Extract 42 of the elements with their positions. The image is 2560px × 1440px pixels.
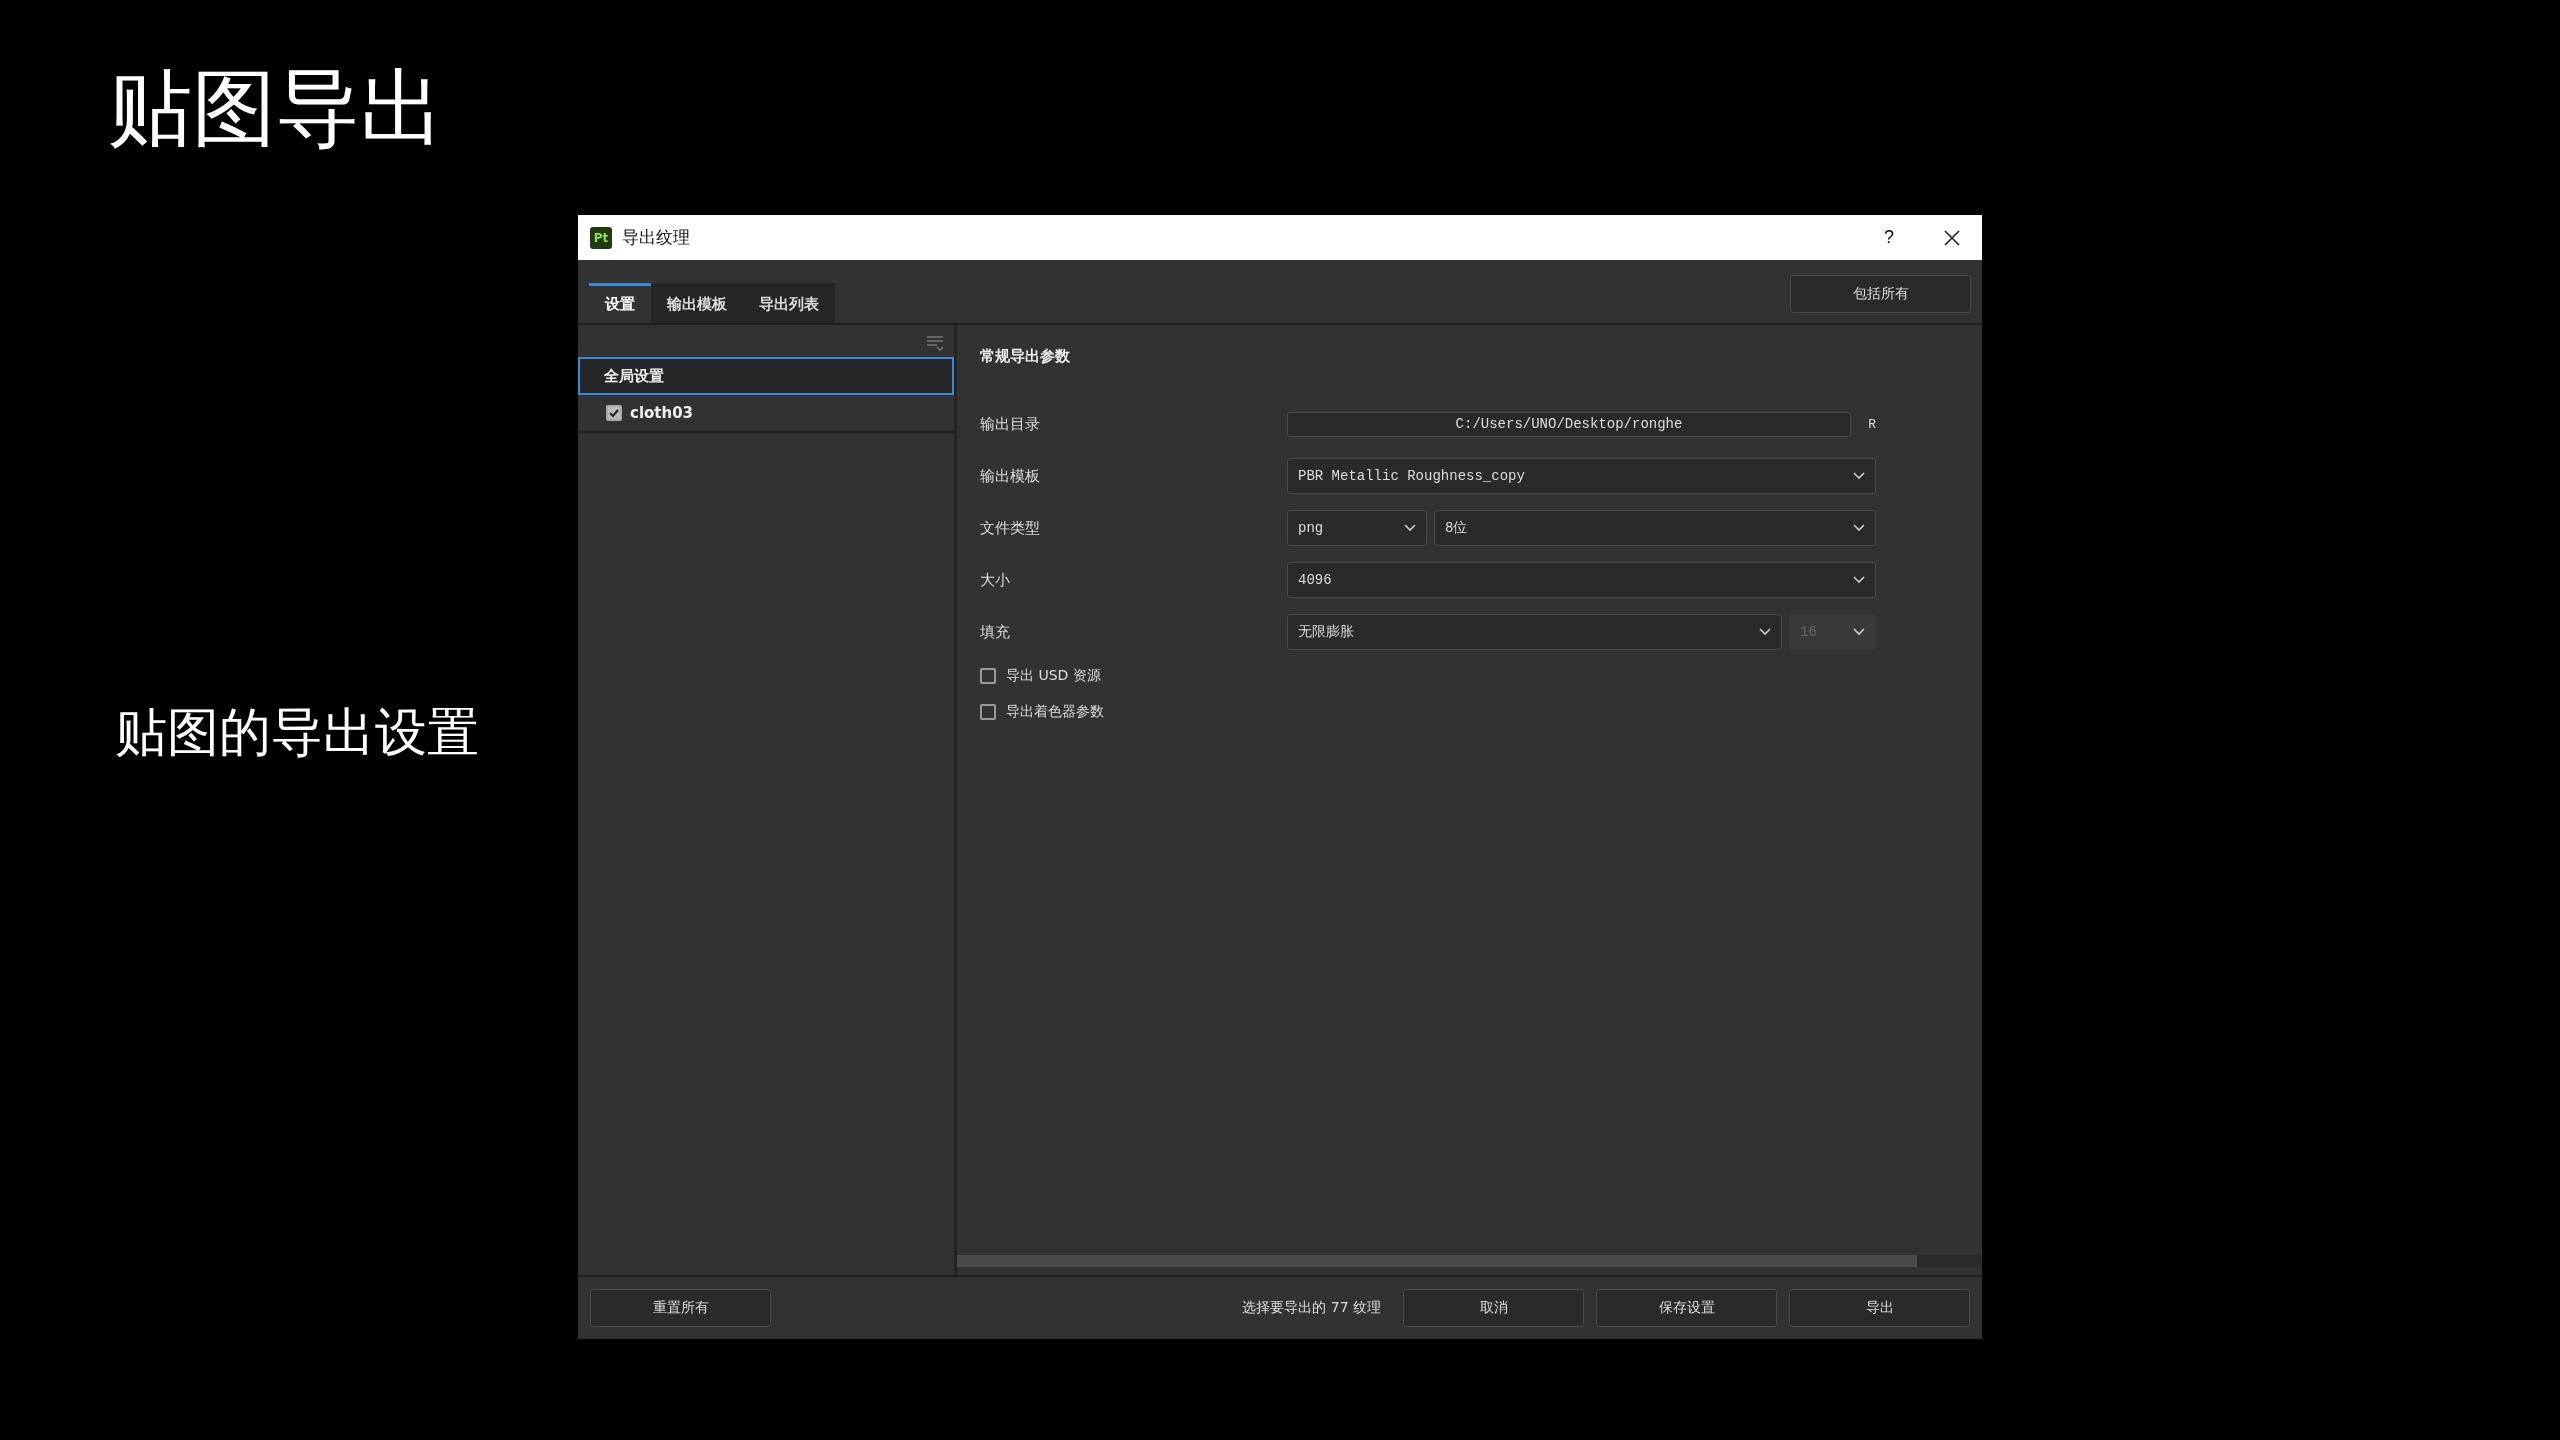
reset-all-button[interactable]: 重置所有 bbox=[590, 1289, 771, 1327]
checkbox[interactable] bbox=[980, 704, 996, 720]
window-title: 导出纹理 bbox=[622, 226, 691, 249]
checkbox[interactable] bbox=[980, 668, 996, 684]
checkbox[interactable] bbox=[606, 405, 622, 421]
chevron-icon bbox=[1853, 524, 1865, 532]
sidebar-item[interactable]: 全局设置 bbox=[578, 357, 954, 395]
include-all-button[interactable]: 包括所有 bbox=[1790, 275, 1971, 313]
dropdown[interactable]: png bbox=[1287, 510, 1427, 546]
sort-icon[interactable] bbox=[926, 335, 944, 351]
dropdown[interactable]: 无限膨胀 bbox=[1287, 614, 1782, 650]
field-label: 输出模板 bbox=[980, 466, 1041, 486]
dropdown[interactable]: 8位 bbox=[1434, 510, 1876, 546]
chevron-icon bbox=[1853, 472, 1865, 480]
dropdown[interactable]: 4096 bbox=[1287, 562, 1876, 598]
chevron-icon bbox=[1759, 628, 1771, 636]
footer-button[interactable]: 导出 bbox=[1789, 1289, 1970, 1327]
option-label[interactable]: 导出着色器参数 bbox=[1006, 703, 1104, 721]
slide-title: 贴图导出 bbox=[108, 62, 444, 155]
scrollbar[interactable] bbox=[957, 1255, 1982, 1267]
chevron-icon bbox=[1404, 524, 1416, 532]
help-button[interactable]: ? bbox=[1884, 227, 1894, 248]
footer-button[interactable]: 保存设置 bbox=[1596, 1289, 1777, 1327]
option-label[interactable]: 导出 USD 资源 bbox=[1006, 667, 1101, 685]
tab[interactable]: 导出列表 bbox=[743, 283, 835, 323]
status-text: 选择要导出的 77 纹理 bbox=[1242, 1299, 1381, 1317]
footer-button[interactable]: 取消 bbox=[1403, 1289, 1584, 1327]
close-icon[interactable] bbox=[1944, 229, 1960, 246]
chevron-icon bbox=[1853, 576, 1865, 584]
slide-subtitle: 贴图的导出设置 bbox=[115, 701, 479, 764]
field-label: 大小 bbox=[980, 570, 1011, 590]
field-label: 输出目录 bbox=[980, 414, 1041, 434]
suffix-label: R bbox=[1867, 416, 1876, 432]
chevron-icon bbox=[1853, 628, 1865, 636]
field-label: 填充 bbox=[980, 622, 1011, 642]
output-path-field[interactable]: C:/Users/UNO/Desktop/ronghe bbox=[1287, 411, 1851, 437]
field-label: 文件类型 bbox=[980, 518, 1041, 538]
app-logo: Pt bbox=[590, 226, 612, 249]
section-heading: 常规导出参数 bbox=[980, 347, 1071, 366]
sidebar-item[interactable]: cloth03 bbox=[630, 404, 694, 422]
tab[interactable]: 输出模板 bbox=[651, 283, 743, 323]
dropdown[interactable]: PBR Metallic Roughness_copy bbox=[1287, 458, 1876, 494]
